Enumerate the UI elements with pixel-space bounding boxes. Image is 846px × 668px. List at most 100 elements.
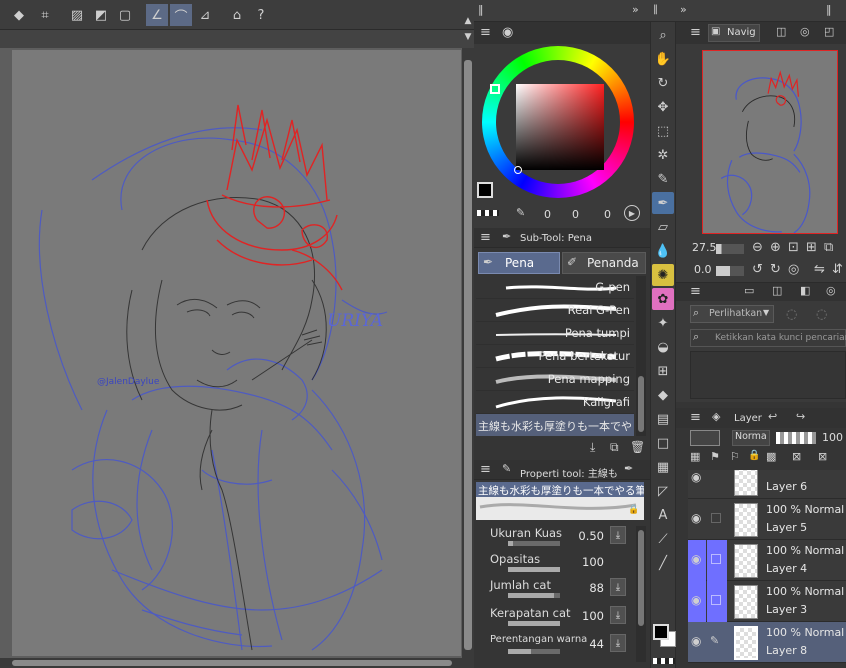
perspective-snap-icon[interactable]: ⊿ — [194, 4, 216, 26]
filter-option-icon[interactable]: ◌ — [786, 307, 797, 322]
subtool-tab-label[interactable]: Sub-Tool: Pena — [520, 233, 592, 244]
layer-color-tag[interactable] — [707, 581, 727, 622]
hsv-v-value[interactable]: 0 — [604, 208, 611, 221]
brush-item[interactable]: Pena tumpi — [476, 322, 634, 345]
zoom-field[interactable]: 27.5 — [692, 241, 717, 257]
rotate-right-icon[interactable]: ↻ — [770, 262, 781, 277]
hue-marker[interactable] — [490, 84, 500, 94]
zoom-icon[interactable]: ⌕ — [652, 24, 674, 46]
pen-tab-icon[interactable]: ✒ — [624, 462, 633, 475]
shape-icon[interactable]: ◒ — [652, 336, 674, 358]
chevron-right-icon[interactable]: » — [632, 3, 639, 16]
brush-item[interactable]: Real G-Pen — [476, 299, 634, 322]
search-tab-icon[interactable]: ▭ — [744, 284, 754, 297]
line-tool-icon[interactable]: ⟋ — [652, 528, 674, 550]
fill-icon[interactable]: ◆ — [652, 384, 674, 406]
subview-icon[interactable]: ◫ — [776, 25, 786, 38]
info-icon[interactable]: ◎ — [800, 25, 810, 38]
chevron-down-icon[interactable]: ▼ — [462, 30, 474, 44]
menu-icon[interactable]: ≡ — [690, 25, 701, 40]
eyedropper-icon[interactable]: ✎ — [652, 168, 674, 190]
property-scrollbar[interactable] — [636, 526, 646, 662]
subtool-tab-penanda[interactable]: ✐ Penanda — [562, 252, 646, 274]
eye-icon[interactable]: ◉ — [691, 634, 705, 648]
prop-opacity[interactable]: Opasitas 100 — [474, 552, 634, 578]
transparent-swatch[interactable] — [477, 210, 499, 216]
layer-prop-icon[interactable]: ◰ — [824, 25, 834, 38]
rotation-slider[interactable] — [716, 266, 744, 276]
balloon-icon[interactable]: ◸ — [652, 480, 674, 502]
blend-mode-dropdown[interactable]: Norma — [732, 430, 770, 446]
mask-icon[interactable]: ⊠ — [792, 450, 801, 463]
layer-color-dropdown[interactable] — [690, 430, 720, 446]
eye-icon[interactable]: ◉ — [688, 581, 706, 622]
undo-icon[interactable]: ↩ — [768, 410, 777, 423]
mask-toggle-icon[interactable]: ⊠ — [818, 450, 827, 463]
zoom-slider[interactable] — [716, 244, 744, 254]
layer-search-icon[interactable]: ◫ — [772, 284, 782, 297]
trash-icon[interactable]: 🗑 — [630, 440, 645, 454]
transform-icon[interactable]: ⌗ — [34, 4, 56, 26]
opacity-value[interactable]: 100 — [822, 431, 843, 444]
actual-size-icon[interactable]: ⊞ — [806, 240, 817, 255]
layer-tab-label[interactable]: Layer — [734, 413, 762, 424]
blend-tool-icon[interactable]: ✦ — [652, 312, 674, 334]
ruler-icon[interactable]: ╱ — [652, 552, 674, 574]
brush-item[interactable]: Pena bertekstur — [476, 345, 634, 368]
main-color-swatch[interactable] — [653, 624, 669, 640]
airbrush-icon[interactable]: ✺ — [652, 264, 674, 286]
ruler-snap-icon[interactable]: ∠ — [146, 4, 168, 26]
menu-icon[interactable]: ≡ — [480, 25, 491, 40]
flip-horizontal-icon[interactable]: ⇋ — [814, 262, 825, 277]
lock-transparent-icon[interactable]: ▩ — [766, 450, 776, 463]
eye-icon[interactable]: ◉ — [691, 511, 705, 525]
hand-icon[interactable]: ✋ — [652, 48, 674, 70]
filter-dropdown[interactable]: ⌕ Perlihatkan ▼ — [690, 305, 774, 323]
prop-paint-density[interactable]: Kerapatan cat 100 ⤓ — [474, 606, 634, 632]
layer-row[interactable]: ◉ 100 % Normal Layer 5 — [688, 499, 846, 540]
pen-tool-icon[interactable]: ✒ — [652, 192, 674, 214]
stamp-icon[interactable]: ◎ — [826, 284, 836, 297]
color-picker-marker[interactable] — [514, 166, 522, 174]
draft-icon[interactable]: ⚐ — [730, 450, 740, 463]
layer-color-tag[interactable] — [707, 540, 727, 581]
navigator-tab[interactable]: ▣ Navig — [708, 24, 760, 42]
layer-row[interactable]: ◉ Layer 6 — [688, 470, 846, 499]
help-icon[interactable]: ? — [250, 4, 272, 26]
eraser-icon[interactable]: ▱ — [652, 216, 674, 238]
brush-item[interactable]: Pena mapping — [476, 368, 634, 391]
prop-brush-size[interactable]: Ukuran Kuas 0.50 ⤓ — [474, 526, 634, 552]
prop-color-stretch[interactable]: Perentangan warna 44 ⤓ — [474, 634, 634, 660]
collapse-icon[interactable]: ‖ — [478, 3, 484, 16]
brush-item-selected[interactable]: 主線も水彩も厚塗りも一本でや — [476, 414, 634, 436]
subtool-tab-pena[interactable]: ✒ Pena — [478, 252, 560, 274]
brush-item[interactable]: Kaligrafi — [476, 391, 634, 414]
property-tab-label[interactable]: Properti tool: 主線も — [520, 465, 618, 480]
main-color-swatch[interactable] — [477, 182, 493, 198]
eye-icon[interactable]: ◉ — [688, 540, 706, 581]
zoom-out-icon[interactable]: ⊖ — [752, 240, 763, 255]
vertical-scrollbar[interactable] — [462, 48, 474, 658]
layer-row-selected[interactable]: ◉ ✎ 100 % Normal Layer 8 — [688, 622, 846, 663]
chevron-right-icon[interactable]: » — [680, 3, 687, 16]
layer-row[interactable]: ◉ 100 % Normal Layer 3 — [688, 581, 846, 622]
curve-snap-icon[interactable]: ⌒ — [170, 4, 192, 26]
collapse-icon[interactable]: ‖ — [653, 4, 658, 15]
horizontal-scrollbar[interactable] — [0, 658, 474, 668]
brush-list-scrollbar[interactable] — [636, 276, 646, 436]
menu-icon[interactable]: ≡ — [690, 410, 701, 425]
frame-icon[interactable]: ▦ — [652, 456, 674, 478]
brush-item[interactable]: G-pen — [476, 276, 634, 299]
lock-icon[interactable]: 🔒 — [628, 505, 639, 515]
collapse-icon[interactable]: ‖ — [826, 3, 832, 16]
fit-icon[interactable]: ⊡ — [788, 240, 799, 255]
opacity-slider[interactable] — [776, 432, 816, 444]
text-icon[interactable]: A — [652, 504, 674, 526]
flip-vertical-icon[interactable]: ⇵ — [832, 262, 843, 277]
menu-icon[interactable]: ≡ — [480, 230, 491, 245]
filter-option-icon[interactable]: ◌ — [816, 307, 827, 322]
blend-icon[interactable]: 💧 — [652, 240, 674, 262]
fit-window-icon[interactable]: ⧉ — [824, 240, 833, 255]
grid-icon[interactable]: ⊞ — [652, 360, 674, 382]
reference-icon[interactable]: ⚑ — [710, 450, 720, 463]
